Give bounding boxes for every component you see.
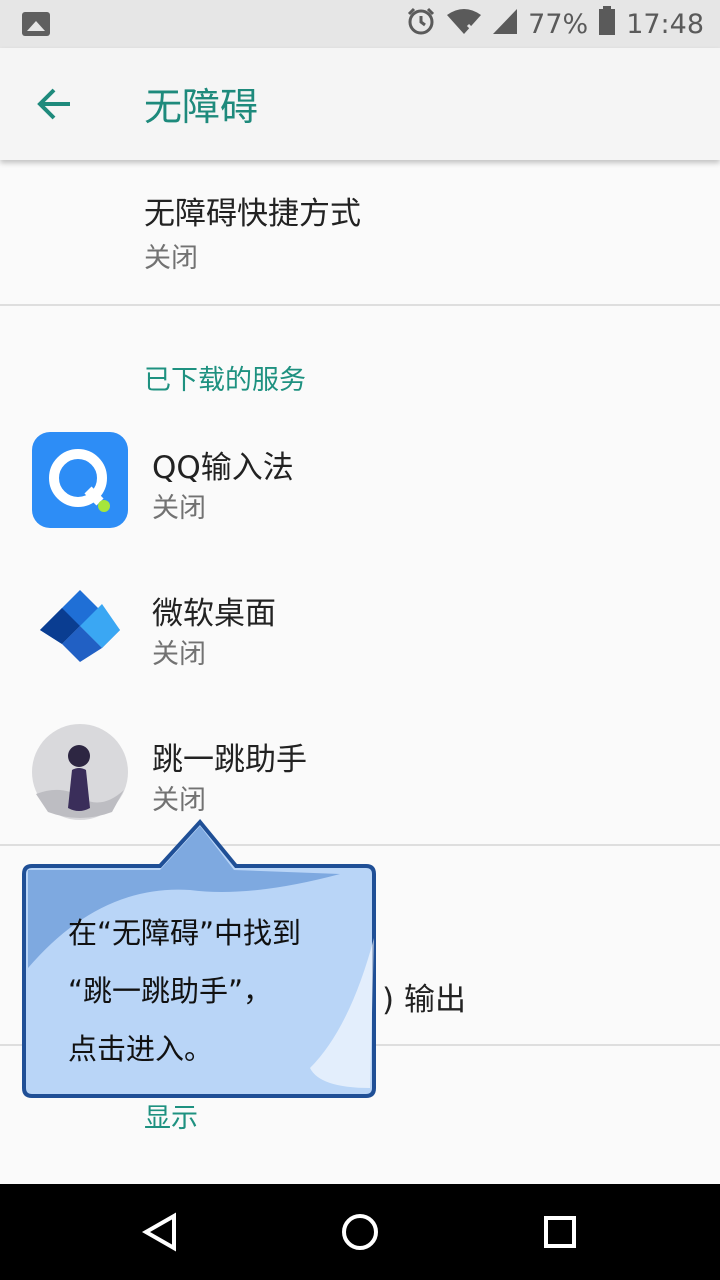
callout-line-1: 在“无障碍”中找到	[68, 916, 302, 950]
back-arrow-icon[interactable]	[30, 82, 80, 126]
back-nav-icon[interactable]	[140, 1212, 180, 1256]
service-row-qq-input[interactable]: QQ输入法 关闭	[0, 416, 720, 546]
service-row-microsoft-launcher[interactable]: 微软桌面 关闭	[0, 562, 720, 692]
status-icons: 77% 17:48	[406, 0, 704, 48]
service-name: QQ输入法	[152, 450, 294, 486]
recents-nav-icon[interactable]	[540, 1212, 580, 1256]
shortcut-summary: 关闭	[144, 243, 198, 274]
instruction-callout: 在“无障碍”中找到 “跳一跳助手”， 点击进入。	[20, 818, 378, 1100]
downloaded-services-header: 已下载的服务	[144, 365, 306, 396]
service-name: 微软桌面	[152, 596, 276, 632]
service-status: 关闭	[152, 785, 206, 816]
service-name: 跳一跳助手	[152, 742, 307, 778]
alarm-icon	[406, 6, 436, 43]
service-status: 关闭	[152, 639, 206, 670]
callout-line-3: 点击进入。	[68, 1032, 214, 1066]
gallery-notification-icon	[22, 12, 50, 36]
shortcut-title: 无障碍快捷方式	[144, 196, 361, 232]
status-bar: 77% 17:48	[0, 0, 720, 48]
cellular-signal-icon	[492, 7, 518, 42]
service-status: 关闭	[152, 493, 206, 524]
jump-helper-icon	[32, 724, 128, 820]
battery-percent: 77%	[528, 8, 589, 40]
partial-row-text[interactable]: ) 输出	[382, 974, 466, 1019]
clock: 17:48	[626, 8, 704, 40]
divider	[0, 304, 720, 306]
home-nav-icon[interactable]	[340, 1212, 380, 1256]
microsoft-launcher-icon	[32, 578, 128, 674]
callout-line-2: “跳一跳助手”，	[68, 974, 273, 1008]
page-title: 无障碍	[144, 85, 259, 129]
app-bar: 无障碍	[0, 48, 720, 160]
battery-icon	[598, 5, 616, 43]
display-section-header: 显示	[144, 1103, 198, 1134]
wifi-icon	[446, 7, 482, 42]
qq-input-icon	[32, 432, 128, 528]
navigation-bar	[0, 1184, 720, 1280]
accessibility-shortcut-row[interactable]: 无障碍快捷方式 关闭	[0, 160, 720, 304]
